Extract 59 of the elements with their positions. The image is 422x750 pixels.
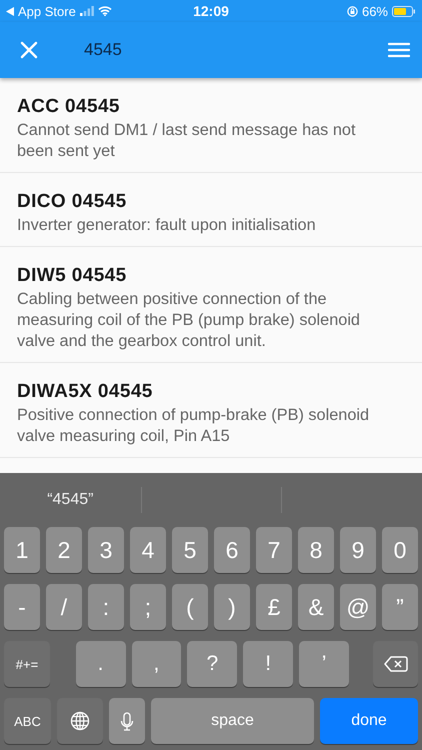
key[interactable]: 8 [298,527,334,573]
mode-key[interactable]: #+= [4,641,50,687]
key[interactable]: & [298,584,334,630]
key[interactable]: £ [256,584,292,630]
key[interactable]: ( [172,584,208,630]
done-button[interactable]: done [320,698,418,744]
key[interactable]: 6 [214,527,250,573]
back-link[interactable]: App Store [18,4,76,18]
key[interactable]: / [46,584,82,630]
key[interactable]: ” [382,584,418,630]
key[interactable]: , [132,641,182,687]
clock: 12:09 [193,3,229,19]
key[interactable]: 7 [256,527,292,573]
key[interactable]: @ [340,584,376,630]
search-field[interactable]: 4545 [84,38,122,62]
result-item[interactable]: ACC 04545 Cannot send DM1 / last send message has not been sent yet [0,78,422,173]
close-icon[interactable] [20,41,38,59]
key[interactable]: : [88,584,124,630]
menu-icon[interactable] [388,42,410,58]
mode-key[interactable]: ABC [4,698,51,744]
signal-icon [80,6,94,16]
result-item[interactable]: DIWA5X 04545 Positive connection of pump-brake (PB) solenoid valve measuring coil, Pin A15 [0,363,422,458]
key[interactable]: ; [130,584,166,630]
microphone-key[interactable] [109,698,145,744]
key[interactable]: 2 [46,527,82,573]
battery-icon [392,6,416,16]
orientation-lock-icon [346,6,358,16]
key[interactable]: 0 [382,527,418,573]
space-key[interactable]: space [151,698,314,744]
result-description: Cannot send DM1 / last send message has not been sent yet [17,120,356,162]
result-title: DIWA5X 04545 [17,381,154,403]
key[interactable]: - [4,584,40,630]
result-title: DIW5 04545 [17,265,128,287]
key[interactable]: ) [214,584,250,630]
key[interactable]: 1 [4,527,40,573]
result-description: Positive connection of pump-brake (PB) solenoid valve measuring coil, Pin A15 [17,405,370,447]
result-item[interactable]: DIW5 04545 Cabling between positive connection of the measuring coil of the PB (pump brake) solenoid valve and the gearbox control unit. [0,247,422,363]
globe-icon [70,711,90,731]
result-description: Cabling between positive connection of the measuring coil of the PB (pump brake) solenoid valve and the gearbox control unit. [17,289,361,352]
wifi-icon [98,6,112,16]
result-title: DICO 04545 [17,191,128,213]
key[interactable]: . [76,641,126,687]
microphone-icon [120,712,134,730]
key[interactable]: 9 [340,527,376,573]
key[interactable]: ’ [299,641,350,687]
battery-percent: 66% [362,4,388,18]
key[interactable]: 4 [130,527,166,573]
result-title: ACC 04545 [17,96,121,118]
key[interactable]: 3 [88,527,124,573]
delete-icon [384,656,408,672]
key[interactable]: ! [243,641,294,687]
key[interactable]: 5 [172,527,208,573]
globe-key[interactable] [57,698,103,744]
suggestion[interactable]: “4545” [47,491,94,509]
result-item[interactable]: DICO 04545 Inverter generator: fault upon initialisation [0,173,422,247]
key[interactable]: ? [187,641,238,687]
back-arrow-icon[interactable] [6,6,14,16]
delete-key[interactable] [373,641,418,687]
result-description: Inverter generator: fault upon initialisation [17,215,317,236]
